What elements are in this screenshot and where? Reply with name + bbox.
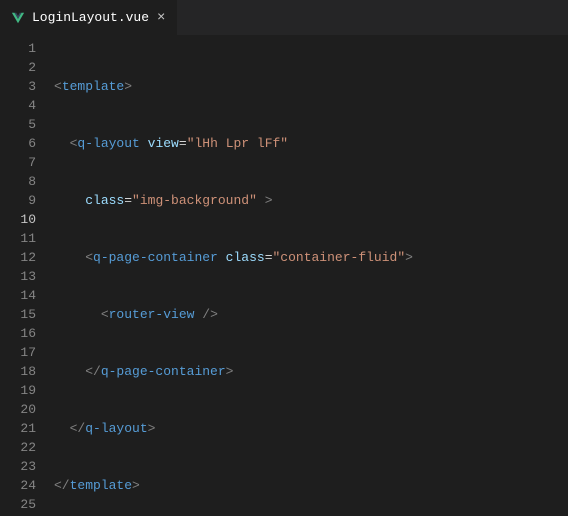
line-number: 25 <box>0 495 36 514</box>
line-number: 13 <box>0 267 36 286</box>
code-line: </q-layout> <box>50 419 568 438</box>
code-line: <q-page-container class="container-fluid… <box>50 248 568 267</box>
line-gutter: 1234567891011121314151617181920212223242… <box>0 35 50 516</box>
line-number: 12 <box>0 248 36 267</box>
line-number: 10 <box>0 210 36 229</box>
code-line: </q-page-container> <box>50 362 568 381</box>
code-line: <router-view /> <box>50 305 568 324</box>
line-number: 18 <box>0 362 36 381</box>
tab-label: LoginLayout.vue <box>32 10 149 25</box>
line-number: 20 <box>0 400 36 419</box>
line-number: 1 <box>0 39 36 58</box>
code-line: class="img-background" > <box>50 191 568 210</box>
code-area[interactable]: <template> <q-layout view="lHh Lpr lFf" … <box>50 35 568 516</box>
line-number: 8 <box>0 172 36 191</box>
line-number: 11 <box>0 229 36 248</box>
line-number: 23 <box>0 457 36 476</box>
code-line: </template> <box>50 476 568 495</box>
line-number: 14 <box>0 286 36 305</box>
line-number: 6 <box>0 134 36 153</box>
line-number: 5 <box>0 115 36 134</box>
line-number: 19 <box>0 381 36 400</box>
line-number: 15 <box>0 305 36 324</box>
line-number: 21 <box>0 419 36 438</box>
line-number: 9 <box>0 191 36 210</box>
line-number: 7 <box>0 153 36 172</box>
close-icon[interactable]: × <box>155 11 167 25</box>
code-line: <template> <box>50 77 568 96</box>
line-number: 3 <box>0 77 36 96</box>
line-number: 22 <box>0 438 36 457</box>
line-number: 17 <box>0 343 36 362</box>
code-line: <q-layout view="lHh Lpr lFf" <box>50 134 568 153</box>
tab-loginlayout[interactable]: LoginLayout.vue × <box>0 0 178 35</box>
code-editor[interactable]: 1234567891011121314151617181920212223242… <box>0 35 568 516</box>
line-number: 2 <box>0 58 36 77</box>
editor-tabbar: LoginLayout.vue × <box>0 0 568 35</box>
line-number: 16 <box>0 324 36 343</box>
line-number: 4 <box>0 96 36 115</box>
vue-icon <box>10 10 26 26</box>
line-number: 24 <box>0 476 36 495</box>
